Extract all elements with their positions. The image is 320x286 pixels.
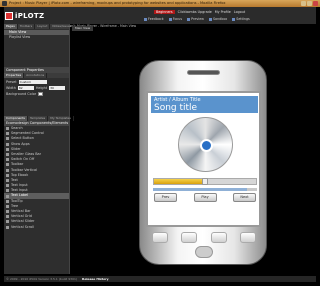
- cd-center: [200, 139, 213, 152]
- component-icon: [6, 194, 9, 198]
- status-bar: © 2009 - 2010 iPlotz Version 3.5.1 (buil…: [4, 276, 316, 282]
- toolbar-button[interactable]: Focus: [169, 17, 182, 23]
- panel-tabs: Pages Toolbars Layout Notes/Issues: [4, 24, 75, 29]
- minimize-icon[interactable]: [301, 1, 306, 6]
- app-header: iPLOTZ Beginners Clickbombs Upgrade My P…: [4, 7, 319, 28]
- user-menu-item[interactable]: Logout: [234, 10, 245, 14]
- iplotz-logo[interactable]: iPLOTZ: [5, 9, 48, 23]
- tab-notes[interactable]: Notes/Issues: [50, 24, 75, 29]
- preset-select[interactable]: Custom: [18, 80, 47, 84]
- component-icon: [6, 127, 9, 131]
- phone-mockup[interactable]: Artist / Album Title Song title Prev Pla…: [139, 60, 267, 265]
- back-key-icon: [210, 232, 227, 243]
- component-icon: [6, 178, 9, 182]
- component-icon: [6, 132, 9, 136]
- component-icon: [6, 158, 9, 162]
- prev-button[interactable]: Prev: [154, 193, 177, 202]
- preset-value: Custom: [19, 80, 32, 84]
- toolbar-button[interactable]: Settings: [232, 17, 250, 23]
- component-icon: [6, 184, 9, 188]
- user-menu: Beginners Clickbombs Upgrade My Profile …: [154, 9, 319, 15]
- play-button[interactable]: Play: [193, 193, 217, 202]
- main-toolbar: Feedback Focus Preview Sandbox Settings: [144, 17, 319, 23]
- song-title-label: Song title: [154, 103, 198, 113]
- preset-label: Preset: [6, 80, 17, 84]
- toolbar-button[interactable]: Feedback: [144, 17, 164, 23]
- component-icon: [6, 225, 9, 229]
- cd-disc-image[interactable]: [178, 117, 233, 172]
- tab-toolbars[interactable]: Toolbars: [18, 24, 36, 29]
- release-history-link[interactable]: Release History: [82, 277, 109, 281]
- color-swatch[interactable]: [38, 92, 44, 96]
- volume-bar[interactable]: [153, 188, 257, 191]
- component-icon: [6, 210, 9, 214]
- component-icon: [6, 189, 9, 193]
- progress-knob[interactable]: [202, 178, 208, 185]
- width-label: Width: [6, 86, 16, 90]
- component-icon: [6, 142, 9, 146]
- component-icon: [6, 137, 9, 141]
- properties-form: Preset Custom Width 82 Height 30 Backgro…: [4, 78, 69, 116]
- volume-fill: [153, 188, 247, 191]
- music-header[interactable]: Artist / Album Title Song title: [151, 96, 258, 113]
- component-icon: [6, 173, 9, 177]
- playback-controls: Prev Play Next: [154, 193, 256, 203]
- progress-fill: [154, 179, 205, 184]
- tab-pages[interactable]: Pages: [4, 24, 18, 29]
- bg-color-field: Background Color: [6, 91, 67, 97]
- component-list: Ecomodesign Components/Elements Search S…: [4, 121, 69, 230]
- height-input[interactable]: 30: [49, 86, 66, 90]
- user-menu-item[interactable]: Clickbombs Upgrade: [178, 10, 212, 14]
- component-icon: [6, 163, 9, 167]
- window-controls: [301, 1, 318, 6]
- pages-list: Main View Playlist View: [4, 29, 69, 67]
- component-icon: [6, 215, 9, 219]
- width-input[interactable]: 82: [17, 86, 34, 90]
- trackball-icon: [195, 246, 213, 258]
- component-icon: [6, 168, 9, 172]
- tab-annotations[interactable]: Annotations: [24, 73, 48, 78]
- component-icon: [6, 147, 9, 151]
- toolbar-button[interactable]: Preview: [187, 17, 204, 23]
- next-button[interactable]: Next: [233, 193, 256, 202]
- toolbar-button[interactable]: Sandbox: [209, 17, 227, 23]
- logo-text: iPLOTZ: [15, 12, 45, 20]
- maximize-icon[interactable]: [307, 1, 312, 6]
- page-item[interactable]: Playlist View: [4, 35, 69, 40]
- user-menu-item[interactable]: My Profile: [215, 10, 231, 14]
- bg-color-label: Background Color: [6, 92, 37, 96]
- home-key-icon: [152, 232, 168, 243]
- component-icon: [6, 199, 9, 203]
- component-icon: [6, 153, 9, 157]
- user-menu-item[interactable]: Beginners: [154, 10, 175, 14]
- phone-speaker: [187, 70, 220, 75]
- search-key-icon: [239, 232, 256, 243]
- component-icon: [6, 204, 9, 208]
- tab-properties[interactable]: Properties: [4, 73, 25, 78]
- phone-screen: Artist / Album Title Song title Prev Pla…: [146, 91, 261, 227]
- left-panel: Pages Toolbars Layout Notes/Issues Main …: [4, 24, 75, 274]
- height-label: Height: [35, 86, 48, 90]
- version-text: © 2009 - 2010 iPlotz Version 3.5.1 (buil…: [6, 277, 78, 281]
- component-label: Vertical Scroll: [11, 224, 35, 229]
- progress-slider[interactable]: [153, 178, 257, 185]
- close-icon[interactable]: [313, 1, 318, 6]
- component-icon: [6, 220, 9, 224]
- menu-key-icon: [181, 232, 198, 243]
- window-title: Project : Music Player | iPlotz.com - wi…: [9, 1, 226, 5]
- logo-icon: [5, 12, 13, 20]
- window-titlebar: Project : Music Player | iPlotz.com - wi…: [0, 0, 320, 7]
- component-item[interactable]: Vertical Scroll: [4, 225, 69, 230]
- phone-hardware-buttons: [152, 232, 256, 244]
- firefox-icon: [2, 1, 7, 6]
- tab-layout[interactable]: Layout: [35, 24, 51, 29]
- canvas-tab[interactable]: Main View: [72, 26, 94, 31]
